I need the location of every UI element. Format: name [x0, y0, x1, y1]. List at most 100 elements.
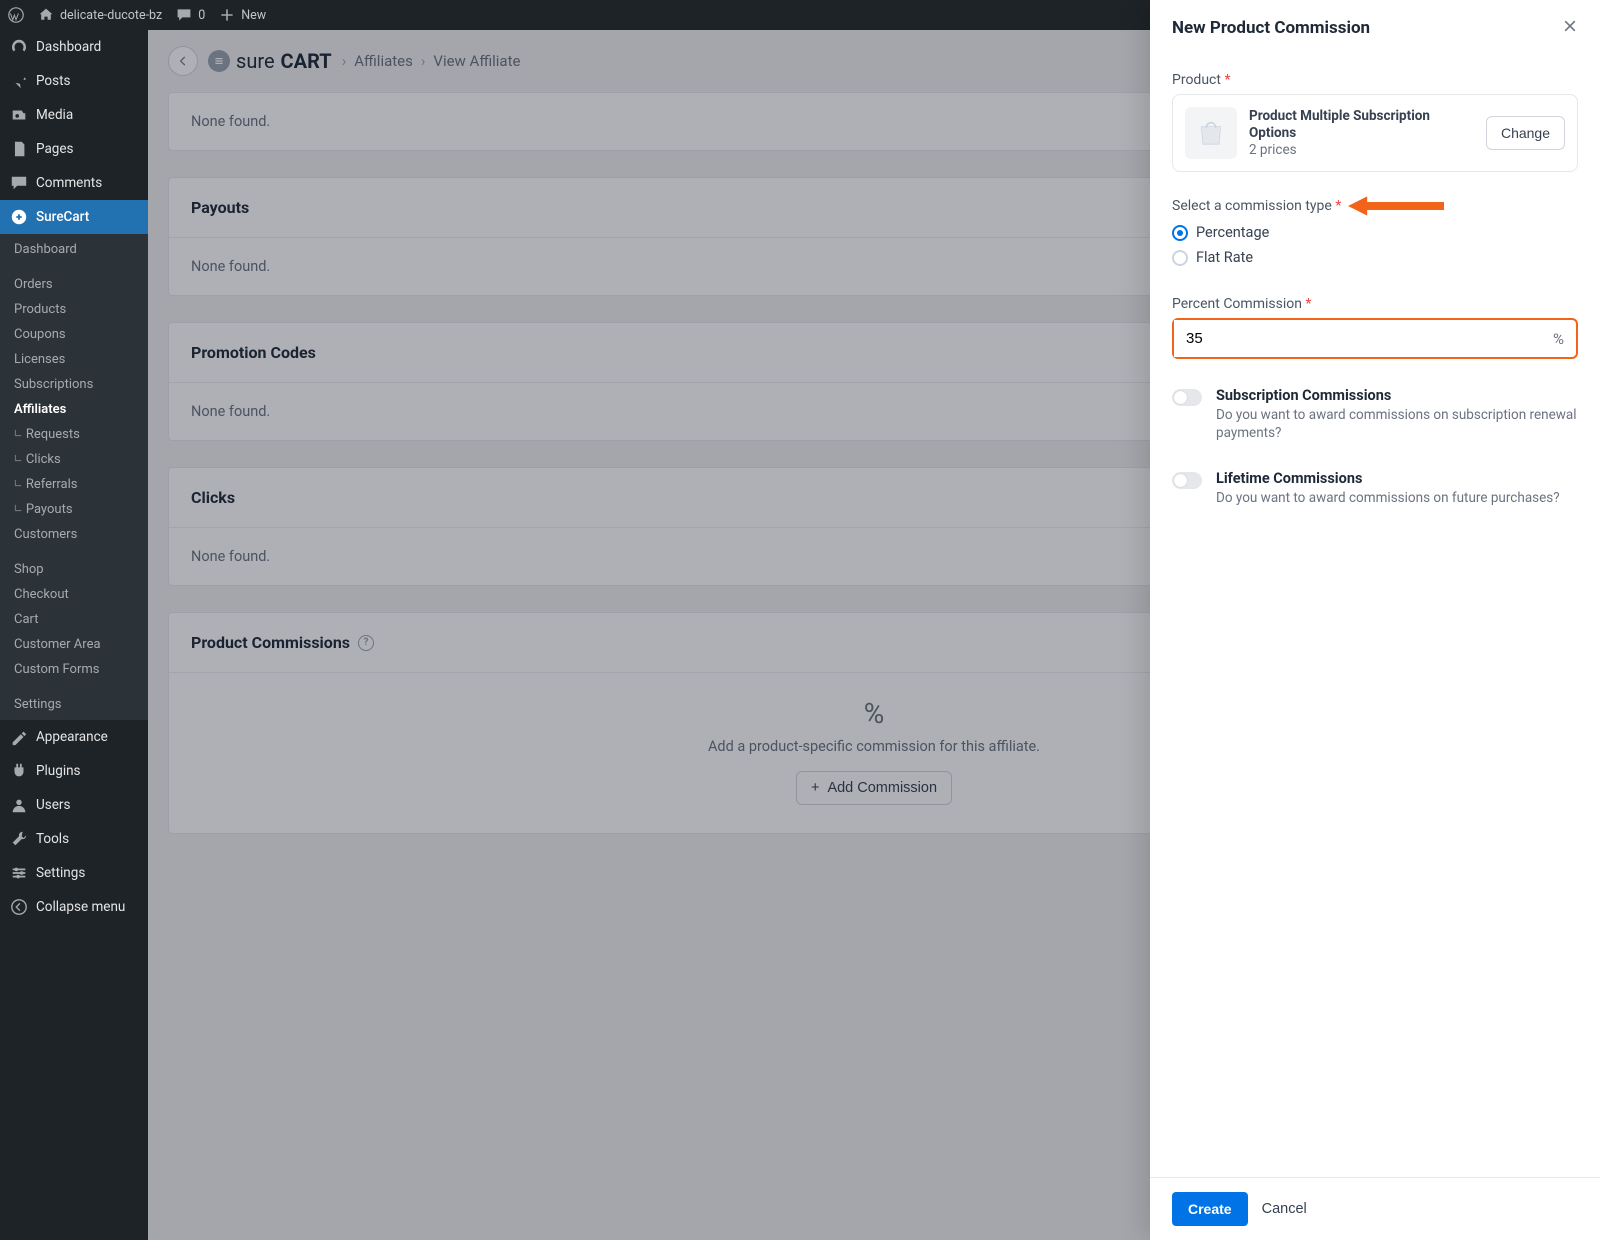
radio-percentage[interactable]: Percentage	[1172, 220, 1578, 245]
menu-tools[interactable]: Tools	[0, 822, 148, 856]
sub-orders[interactable]: Orders	[0, 272, 148, 297]
sub-coupons[interactable]: Coupons	[0, 322, 148, 347]
radio-icon	[1172, 250, 1188, 266]
sub-customer-area[interactable]: Customer Area	[0, 632, 148, 657]
menu-label: Users	[36, 797, 70, 813]
tree-icon: ∟	[14, 427, 22, 442]
toggle-subscription-commissions[interactable]	[1172, 389, 1202, 406]
sub-settings[interactable]: Settings	[0, 692, 148, 717]
sub-clicks[interactable]: ∟Clicks	[0, 447, 148, 472]
plus-icon: +	[811, 780, 819, 796]
sub-subscriptions[interactable]: Subscriptions	[0, 372, 148, 397]
percent-suffix: %	[1541, 330, 1576, 348]
new-link[interactable]: New	[219, 7, 266, 23]
sub-shop[interactable]: Shop	[0, 557, 148, 582]
menu-label: SureCart	[36, 209, 89, 225]
help-icon[interactable]: ?	[358, 635, 374, 651]
dashboard-icon	[10, 38, 28, 56]
menu-label: Settings	[36, 865, 85, 881]
menu-settings[interactable]: Settings	[0, 856, 148, 890]
close-button[interactable]	[1562, 18, 1578, 38]
plugins-icon	[10, 762, 28, 780]
change-product-button[interactable]: Change	[1486, 116, 1565, 150]
sub-licenses[interactable]: Licenses	[0, 347, 148, 372]
sub-custom-forms[interactable]: Custom Forms	[0, 657, 148, 682]
wp-logo[interactable]	[8, 7, 24, 23]
sub-cart[interactable]: Cart	[0, 607, 148, 632]
brand-prefix: sure	[236, 49, 275, 73]
product-name: Product Multiple Subscription Options	[1249, 108, 1474, 142]
chevron-right-icon: ›	[421, 52, 426, 70]
page-icon	[10, 140, 28, 158]
back-button[interactable]	[168, 46, 198, 76]
menu-label: Plugins	[36, 763, 81, 779]
crumb-affiliates[interactable]: Affiliates	[354, 52, 413, 70]
toggle-lifetime-commissions[interactable]	[1172, 472, 1202, 489]
percent-input[interactable]	[1174, 320, 1541, 357]
tree-icon: ∟	[14, 502, 22, 517]
menu-label: Appearance	[36, 729, 108, 745]
toggle-desc: Do you want to award commissions on subs…	[1216, 406, 1578, 442]
menu-pages[interactable]: Pages	[0, 132, 148, 166]
toggle-title: Subscription Commissions	[1216, 387, 1578, 404]
settings-icon	[10, 864, 28, 882]
add-commission-button[interactable]: + Add Commission	[796, 771, 952, 805]
product-card: Product Multiple Subscription Options 2 …	[1172, 94, 1578, 172]
cancel-button[interactable]: Cancel	[1262, 1201, 1307, 1217]
radio-flat-rate[interactable]: Flat Rate	[1172, 245, 1578, 270]
comments-link[interactable]: 0	[176, 7, 205, 23]
brand-logo-icon	[208, 50, 230, 72]
menu-label: Posts	[36, 73, 70, 89]
users-icon	[10, 796, 28, 814]
new-label: New	[241, 8, 266, 23]
menu-media[interactable]: Media	[0, 98, 148, 132]
pin-icon	[10, 72, 28, 90]
sub-payouts[interactable]: ∟Payouts	[0, 497, 148, 522]
menu-label: Media	[36, 107, 73, 123]
admin-sidebar: Dashboard Posts Media Pages Comments Sur…	[0, 30, 148, 1240]
breadcrumb: › Affiliates › View Affiliate	[342, 52, 521, 70]
percent-label: Percent Commission *	[1172, 296, 1578, 312]
menu-appearance[interactable]: Appearance	[0, 720, 148, 754]
sub-affiliates[interactable]: Affiliates	[0, 397, 148, 422]
sub-customers[interactable]: Customers	[0, 522, 148, 547]
comments-count: 0	[198, 8, 205, 23]
menu-collapse[interactable]: Collapse menu	[0, 890, 148, 924]
chevron-right-icon: ›	[342, 52, 347, 70]
menu-users[interactable]: Users	[0, 788, 148, 822]
menu-comments[interactable]: Comments	[0, 166, 148, 200]
appearance-icon	[10, 728, 28, 746]
create-button[interactable]: Create	[1172, 1192, 1248, 1226]
toggle-title: Lifetime Commissions	[1216, 470, 1560, 487]
sub-requests[interactable]: ∟Requests	[0, 422, 148, 447]
percent-input-wrap: %	[1172, 318, 1578, 359]
callout-arrow-icon	[1348, 194, 1444, 218]
media-icon	[10, 106, 28, 124]
sub-checkout[interactable]: Checkout	[0, 582, 148, 607]
menu-surecart[interactable]: SureCart	[0, 200, 148, 234]
menu-posts[interactable]: Posts	[0, 64, 148, 98]
slideover-new-commission: New Product Commission Product * Product…	[1150, 0, 1600, 1240]
sub-products[interactable]: Products	[0, 297, 148, 322]
menu-plugins[interactable]: Plugins	[0, 754, 148, 788]
product-thumb	[1185, 107, 1237, 159]
menu-label: Pages	[36, 141, 74, 157]
site-name: delicate-ducote-bz	[60, 8, 162, 23]
menu-label: Dashboard	[36, 39, 101, 55]
tree-icon: ∟	[14, 477, 22, 492]
menu-dashboard[interactable]: Dashboard	[0, 30, 148, 64]
sub-dashboard[interactable]: Dashboard	[0, 237, 148, 262]
menu-label: Comments	[36, 175, 102, 191]
surecart-submenu: Dashboard Orders Products Coupons Licens…	[0, 234, 148, 720]
brand-suffix: CART	[281, 49, 332, 73]
comment-icon	[10, 174, 28, 192]
radio-icon	[1172, 225, 1188, 241]
site-link[interactable]: delicate-ducote-bz	[38, 7, 162, 23]
toggle-desc: Do you want to award commissions on futu…	[1216, 489, 1560, 507]
sub-referrals[interactable]: ∟Referrals	[0, 472, 148, 497]
menu-label: Collapse menu	[36, 899, 125, 915]
menu-label: Tools	[36, 831, 69, 847]
product-label: Product *	[1172, 72, 1578, 88]
collapse-icon	[10, 898, 28, 916]
crumb-view-affiliate: View Affiliate	[433, 52, 520, 70]
